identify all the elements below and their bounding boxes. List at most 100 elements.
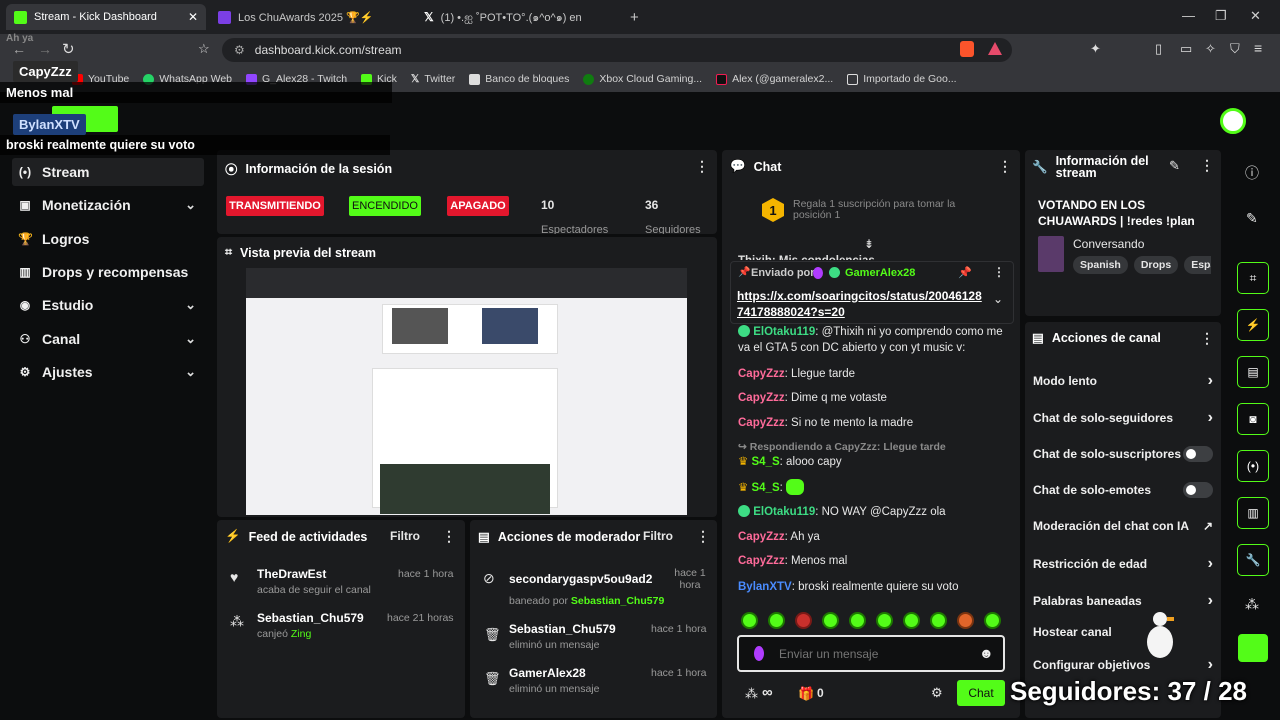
unpin-icon[interactable]: 📌 [958,266,972,279]
close-window-button[interactable]: ✕ [1250,8,1261,24]
chat-username[interactable]: CapyZzz [738,368,785,380]
rail-modactions-button[interactable]: ▥ [1237,497,1269,529]
tag-chip[interactable]: Drops [1133,256,1179,274]
reload-icon[interactable]: ↻ [62,40,75,58]
menu-icon[interactable]: ≡ [1254,40,1262,56]
chevron-down-icon[interactable]: ⌄ [993,292,1003,306]
filter-button[interactable]: Filtro [643,529,673,543]
sidebar-item-canal[interactable]: ⚇ Canal ⌄ [12,325,204,353]
vpn-icon[interactable]: ⛉ [1230,41,1240,57]
sidebar-item-drops[interactable]: ▥ Drops y recompensas [12,258,204,286]
brave-shield-icon[interactable] [960,41,974,57]
mod-target-user[interactable]: Sebastian_Chu579 [509,622,616,636]
chat-message-input[interactable] [779,645,969,663]
maximize-button[interactable]: ❐ [1215,8,1227,24]
pencil-icon[interactable]: ✎ [1246,210,1258,227]
brave-rewards-icon[interactable] [988,42,1002,55]
rail-chat-button[interactable]: ◙ [1237,403,1269,435]
points-icon[interactable]: ⁂ [745,686,758,702]
stream-preview-video[interactable] [246,268,687,515]
chat-username[interactable]: S4_S [752,456,780,468]
action-ai-moderation[interactable]: Moderación del chat con IA ↗ [1033,519,1213,533]
pinned-link[interactable]: https://x.com/soaringcitos/status/200461… [737,288,982,320]
gift-subscription-prompt[interactable]: Regala 1 suscripción para tomar la posic… [793,199,993,221]
more-options-icon[interactable]: ⋮ [993,265,1005,279]
bookmark-tiktok[interactable]: Alex (@gameralex2... [716,73,833,85]
forward-icon[interactable]: → [38,41,52,57]
more-options-icon[interactable]: ⋮ [1200,157,1214,174]
rail-tools-button[interactable]: 🔧 [1237,544,1269,576]
bookmark-banco[interactable]: Banco de bloques [469,73,569,85]
emoji-icon[interactable]: ☻ [979,645,994,661]
emote-icon[interactable] [822,612,839,629]
chat-username[interactable]: CapyZzz [738,555,785,567]
sidebar-item-estudio[interactable]: ◉ Estudio ⌄ [12,291,204,319]
redeem-icon[interactable]: ⁂ [1245,596,1259,613]
action-slow-mode[interactable]: Modo lento › [1033,372,1213,390]
rail-preview-button[interactable]: ⌗ [1237,262,1269,294]
bookmark-xbox[interactable]: Xbox Cloud Gaming... [583,73,702,85]
emote-icon[interactable] [984,612,1001,629]
edit-icon[interactable]: ✎ [1169,158,1180,174]
url-field[interactable]: ⚙ dashboard.kick.com/stream [222,38,1012,62]
more-options-icon[interactable]: ⋮ [696,528,710,545]
more-options-icon[interactable]: ⋮ [998,158,1012,175]
mod-target-user[interactable]: secondarygaspv5ou9ad2 [509,572,652,586]
sidebar-item-logros[interactable]: 🏆 Logros [12,225,204,253]
tab-chuawards[interactable]: Los ChuAwards 2025 🏆⚡ [210,4,410,30]
chat-username[interactable]: BylanXTV [738,581,792,593]
new-tab-button[interactable]: + [622,4,642,30]
sidebar-icon[interactable]: ▯ [1155,41,1162,57]
chat-username[interactable]: CapyZzz [738,531,785,543]
action-configure-goals[interactable]: Configurar objetivos › [1033,656,1213,674]
chat-settings-icon[interactable]: ⚙ [931,685,943,701]
rail-activity-button[interactable]: ⚡ [1237,309,1269,341]
more-options-icon[interactable]: ⋮ [1200,330,1214,347]
feed-user[interactable]: TheDrawEst [257,567,326,581]
minimize-button[interactable]: — [1182,8,1195,23]
action-followers-only[interactable]: Chat de solo-seguidores › [1033,409,1213,427]
feed-user[interactable]: Sebastian_Chu579 [257,611,364,625]
rail-broadcast-button[interactable]: (•) [1237,450,1269,482]
chat-username[interactable]: CapyZzz [738,392,785,404]
kick-app-icon[interactable] [1238,634,1268,662]
chat-username[interactable]: CapyZzz [738,417,785,429]
chat-username[interactable]: ElOtaku119 [753,326,815,338]
emote-icon[interactable] [849,612,866,629]
bookmark-folder[interactable]: Importado de Goo... [847,73,957,85]
sidebar-item-ajustes[interactable]: ⚙ Ajustes ⌄ [12,358,204,386]
bookmark-star-icon[interactable]: ☆ [198,41,210,57]
bookmark-twitter[interactable]: 𝕏 Twitter [411,73,455,85]
emotes-only-toggle[interactable] [1183,482,1213,498]
leo-ai-icon[interactable]: ✧ [1205,41,1216,57]
info-icon[interactable]: ⓘ [1245,163,1259,183]
scroll-down-icon[interactable]: ⇟ [864,237,874,251]
emote-icon[interactable] [957,612,974,629]
site-info-icon[interactable]: ⚙ [234,43,245,57]
emote-icon[interactable] [795,612,812,629]
more-options-icon[interactable]: ⋮ [695,158,709,175]
stream-category[interactable]: Conversando [1073,237,1144,251]
category-thumbnail[interactable] [1038,236,1064,272]
gift-icon[interactable]: 🎁 [798,686,814,702]
chat-username[interactable]: S4_S [752,482,780,494]
avatar[interactable] [1220,108,1246,134]
filter-button[interactable]: Filtro [390,529,420,543]
tag-chip[interactable]: Espa [1184,256,1211,274]
action-host-channel[interactable]: Hostear canal [1033,625,1213,639]
emote-icon[interactable] [876,612,893,629]
action-banned-words[interactable]: Palabras baneadas › [1033,592,1213,610]
wallet-icon[interactable]: ▭ [1180,41,1192,57]
tag-chip[interactable]: Spanish [1073,256,1128,274]
action-age-restriction[interactable]: Restricción de edad › [1033,555,1213,573]
tab-x-post[interactable]: 𝕏 (1) •.ஐ ˚POT•TO°.(๑^o^๑) en [416,4,616,30]
close-tab-icon[interactable]: ✕ [188,10,198,24]
more-options-icon[interactable]: ⋮ [442,528,456,545]
subs-only-toggle[interactable] [1183,446,1213,462]
sidebar-item-monetizacion[interactable]: ▣ Monetización ⌄ [12,191,204,219]
emote-icon[interactable] [903,612,920,629]
tab-kick-dashboard[interactable]: Stream - Kick Dashboard ✕ [6,4,206,30]
sidebar-item-stream[interactable]: (•) Stream [12,158,204,186]
emote-icon[interactable] [930,612,947,629]
pinned-user[interactable]: GamerAlex28 [845,267,915,279]
